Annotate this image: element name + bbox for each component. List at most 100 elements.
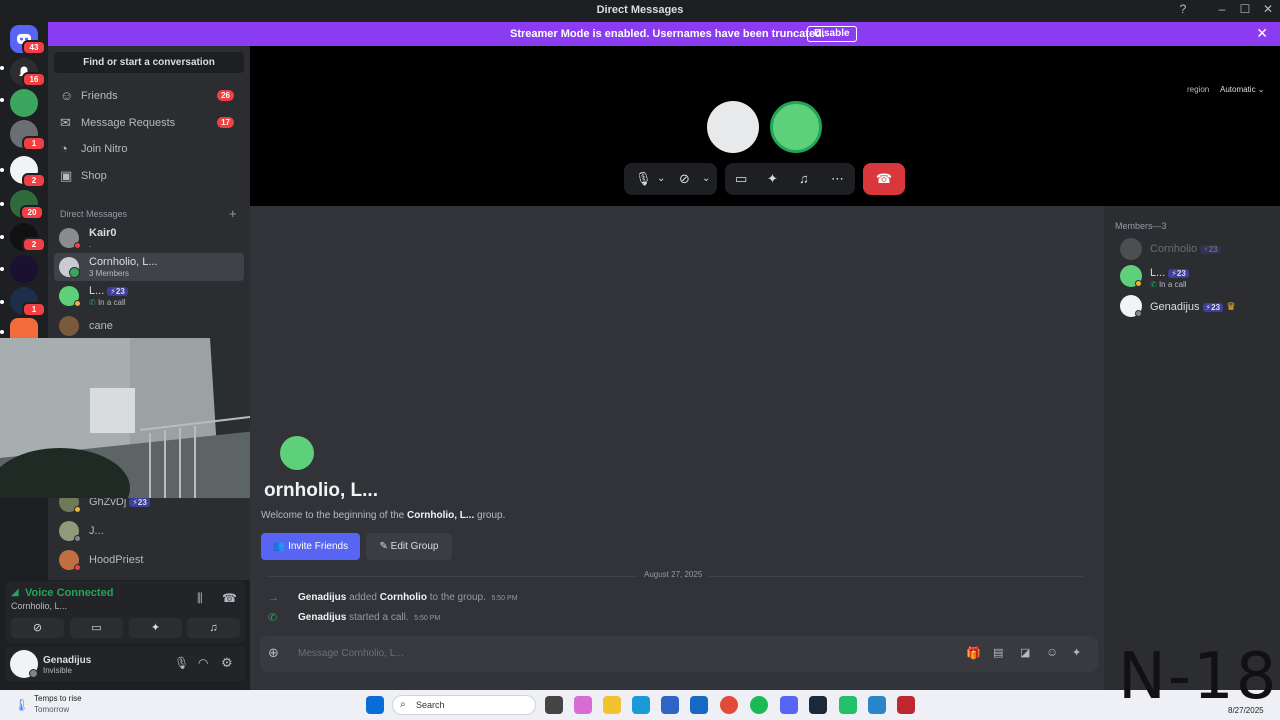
- chat-title: ornholio, L...: [264, 480, 378, 501]
- chevron-down-icon[interactable]: ⌄: [702, 173, 710, 184]
- dm-subtitle: 3 Members: [89, 269, 130, 278]
- app-launcher-icon[interactable]: ✦: [1072, 646, 1081, 659]
- call-participant-avatar-speaking[interactable]: [770, 101, 822, 153]
- windows-start-icon[interactable]: [366, 696, 384, 714]
- activity-button[interactable]: ✦: [129, 618, 182, 638]
- settings-gear-icon[interactable]: ⚙: [221, 655, 233, 671]
- steam-icon[interactable]: [809, 696, 827, 714]
- nav-join-nitro[interactable]: ◔ Join Nitro: [54, 137, 244, 161]
- message-composer: ⊕ Message Cornholio, L... 🎁 ▤ ◪ ☺ ✦: [260, 636, 1098, 672]
- taskbar-search[interactable]: ⌕ Search: [392, 695, 536, 715]
- boost-tag: ⚡23: [129, 498, 150, 507]
- rail-badge: 2: [22, 237, 46, 252]
- help-icon[interactable]: ?: [1173, 2, 1193, 16]
- dm-item[interactable]: cane: [54, 312, 244, 340]
- nav-friends[interactable]: ☺ Friends 26: [54, 84, 244, 108]
- soundboard-button[interactable]: ♫: [187, 618, 240, 638]
- server-icon[interactable]: [10, 89, 38, 117]
- unread-pill: [0, 235, 4, 239]
- minimize-button[interactable]: –: [1212, 2, 1232, 16]
- microphone-icon[interactable]: 🎙: [635, 171, 652, 187]
- chevron-down-icon[interactable]: ⌄: [657, 173, 665, 184]
- create-dm-icon[interactable]: +: [229, 206, 237, 221]
- close-window-button[interactable]: ✕: [1258, 2, 1278, 16]
- rail-badge: 16: [22, 72, 46, 87]
- activity-icon[interactable]: ✦: [767, 171, 778, 187]
- dm-item[interactable]: Kair0 .: [54, 224, 244, 252]
- app-icon[interactable]: [839, 696, 857, 714]
- leave-call-button[interactable]: ☎: [863, 163, 905, 195]
- microphone-icon[interactable]: 🎙: [174, 656, 189, 670]
- member-item[interactable]: L... ⚡23 ✆ In a call: [1120, 265, 1270, 289]
- friends-icon: ☺: [60, 88, 74, 103]
- discord-icon[interactable]: [780, 696, 798, 714]
- store-icon[interactable]: [661, 696, 679, 714]
- copilot-icon[interactable]: [574, 696, 592, 714]
- toggle-camera-button[interactable]: ⊘: [11, 618, 64, 638]
- call-participant-avatar[interactable]: [707, 101, 759, 153]
- banner-close-icon[interactable]: ✕: [1256, 25, 1268, 42]
- nav-shop[interactable]: ▣ Shop: [54, 164, 244, 188]
- group-icon: [280, 436, 314, 470]
- file-explorer-icon[interactable]: [603, 696, 621, 714]
- nav-message-requests[interactable]: ✉ Message Requests 17: [54, 111, 244, 135]
- task-view-icon[interactable]: [545, 696, 563, 714]
- outlook-icon[interactable]: [690, 696, 708, 714]
- dm-item[interactable]: J...: [54, 517, 244, 545]
- dnd-status-dot: [74, 242, 81, 249]
- invite-friends-button[interactable]: 👥 Invite Friends: [261, 533, 360, 560]
- edge-icon[interactable]: [632, 696, 650, 714]
- dm-item[interactable]: HoodPriest: [54, 546, 244, 574]
- spotify-icon[interactable]: [750, 696, 768, 714]
- share-screen-icon[interactable]: ▭: [735, 171, 747, 187]
- disable-streamer-button[interactable]: Disable: [807, 26, 857, 42]
- shop-icon: ▣: [60, 168, 73, 183]
- dm-name: L...: [89, 285, 105, 297]
- sticker-icon[interactable]: ◪: [1020, 646, 1030, 659]
- call-area: region Automatic ⌄ 🎙 ⌄ ⊘ ⌄ ▭ ✦ ♫ ⋯ ☎: [250, 46, 1280, 206]
- group-avatar-small: [69, 267, 80, 278]
- dm-name: Cornholio, L...: [89, 256, 158, 268]
- voice-status[interactable]: Voice Connected: [25, 587, 113, 599]
- member-item[interactable]: Cornholio ⚡23: [1120, 238, 1270, 262]
- edit-group-button[interactable]: ✎ Edit Group: [366, 533, 452, 560]
- phone-icon: ✆: [1150, 280, 1157, 289]
- message-input[interactable]: Message Cornholio, L...: [298, 648, 404, 659]
- phone-icon: ✆: [89, 298, 96, 307]
- camera-popout-video[interactable]: [0, 338, 284, 498]
- more-options-icon[interactable]: ⋯: [831, 171, 844, 187]
- banner-message: Streamer Mode is enabled. Usernames have…: [510, 28, 825, 40]
- find-conversation-button[interactable]: Find or start a conversation: [54, 52, 244, 73]
- region-select[interactable]: Automatic ⌄: [1220, 85, 1265, 94]
- headphones-icon[interactable]: ◠: [198, 656, 208, 670]
- gif-icon[interactable]: ▤: [993, 646, 1003, 659]
- boost-tag: ⚡23: [1168, 269, 1189, 278]
- share-screen-button[interactable]: ▭: [70, 618, 123, 638]
- emoji-icon[interactable]: ☺: [1046, 645, 1058, 659]
- dm-item-group-selected[interactable]: Cornholio, L... 3 Members: [54, 253, 244, 281]
- weather-title[interactable]: Temps to rise: [34, 694, 82, 703]
- app-icon[interactable]: [897, 696, 915, 714]
- nav-label: Friends: [81, 90, 118, 102]
- room-video-frame: [0, 338, 284, 498]
- member-item[interactable]: Genadijus ⚡23 ♛: [1120, 295, 1270, 319]
- gift-icon[interactable]: 🎁: [966, 646, 981, 660]
- app-icon[interactable]: [868, 696, 886, 714]
- signal-icon: ◢: [11, 587, 19, 598]
- camera-off-icon[interactable]: ⊘: [679, 171, 690, 187]
- unread-pill: [0, 168, 4, 172]
- voice-channel[interactable]: Cornholio, L...: [11, 601, 67, 611]
- weather-icon[interactable]: 🌡: [14, 698, 29, 712]
- soundboard-icon[interactable]: ♫: [799, 171, 809, 186]
- avatar: [1120, 238, 1142, 260]
- idle-status-dot: [1135, 280, 1142, 287]
- noise-suppression-icon[interactable]: ⫼: [197, 591, 203, 606]
- dm-item[interactable]: L... ⚡23 ✆ In a call: [54, 282, 244, 310]
- server-icon[interactable]: [10, 255, 38, 283]
- maximize-button[interactable]: ☐: [1235, 2, 1255, 16]
- chrome-icon[interactable]: [720, 696, 738, 714]
- add-attachment-icon[interactable]: ⊕: [268, 645, 279, 661]
- disconnect-icon[interactable]: ☎: [222, 591, 237, 605]
- invisible-status-dot: [29, 669, 38, 678]
- title-bar: Direct Messages ? – ☐ ✕: [0, 0, 1280, 22]
